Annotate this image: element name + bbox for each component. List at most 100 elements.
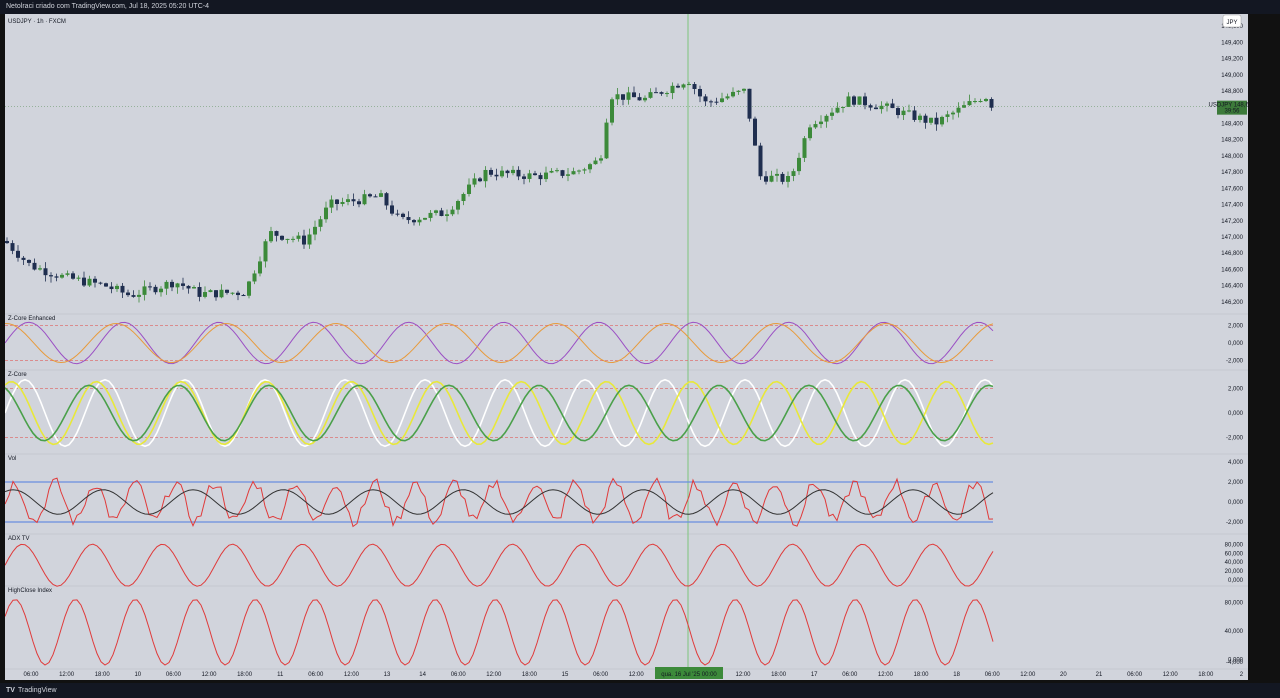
candle-body <box>109 286 114 290</box>
candle-body <box>269 231 273 242</box>
candle-body <box>863 96 867 106</box>
candle-body <box>599 158 603 161</box>
candle-body <box>406 217 411 221</box>
candle-body <box>148 286 152 288</box>
candle-body <box>181 283 185 286</box>
candle-body <box>49 275 53 277</box>
indicator-axis-tick: -2,000 <box>1226 359 1244 365</box>
chart-area[interactable]: 149,600149,400149,200149,000148,800148,6… <box>5 14 1248 680</box>
candle-body <box>626 92 631 100</box>
candle-body <box>60 274 64 278</box>
time-axis-tick: 11 <box>277 672 284 678</box>
price-axis-tick: 147,000 <box>1221 235 1243 241</box>
candle-body <box>43 268 48 276</box>
time-axis-tick: 06:00 <box>1127 672 1143 678</box>
indicator-axis-tick: 0,000 <box>1228 578 1244 584</box>
candle-body <box>115 285 119 290</box>
candle-body <box>720 98 724 103</box>
candle-body <box>989 99 994 108</box>
candle-body <box>258 261 262 274</box>
candle-body <box>346 199 350 202</box>
candle-body <box>874 107 878 110</box>
indicator-pane-title: Vol <box>8 456 16 462</box>
time-axis-tick: 17 <box>811 672 818 678</box>
candle-body <box>32 262 37 270</box>
top-bar: Netolraci criado com TradingView.com, Ju… <box>0 0 1280 14</box>
candle-body <box>500 170 504 177</box>
candle-body <box>434 210 438 213</box>
indicator-axis-tick: 4,000 <box>1228 460 1244 466</box>
candle-body <box>912 110 917 120</box>
time-axis-tick: 12:00 <box>629 672 645 678</box>
candle-body <box>120 285 125 293</box>
candle-body <box>142 286 147 295</box>
candle-body <box>841 106 845 108</box>
candle-body <box>973 101 977 103</box>
candle-body <box>967 101 972 106</box>
candle-body <box>390 205 394 214</box>
candle-body <box>582 169 587 171</box>
indicator-line <box>5 489 994 515</box>
time-axis-tick: 12:00 <box>201 672 217 678</box>
candle-body <box>186 285 191 289</box>
candle-body <box>335 199 339 205</box>
time-axis-tick: 12:00 <box>878 672 894 678</box>
indicator-axis-tick: 60,000 <box>1225 551 1244 557</box>
candle-body <box>126 292 130 296</box>
chart-canvas[interactable]: 149,600149,400149,200149,000148,800148,6… <box>5 14 1248 680</box>
candle-body <box>65 273 70 275</box>
candle-body <box>670 85 675 94</box>
candle-body <box>302 235 306 245</box>
candle-body <box>769 175 774 182</box>
candle-body <box>384 193 389 206</box>
candle-body <box>588 164 592 170</box>
time-axis-tick: 06:00 <box>842 672 858 678</box>
indicator-axis-tick: 0,000 <box>1228 341 1244 347</box>
time-axis-tick: 18:00 <box>913 672 929 678</box>
candle-body <box>522 176 526 179</box>
candle-body <box>324 207 328 220</box>
tradingview-logo-icon: TV <box>6 687 15 694</box>
candle-body <box>714 101 719 103</box>
candle-body <box>527 173 532 179</box>
price-axis-tick: 148,200 <box>1221 138 1243 144</box>
candle-body <box>698 88 702 97</box>
candle-body <box>956 107 961 113</box>
candle-body <box>533 173 537 176</box>
candle-body <box>175 283 180 288</box>
candle-body <box>637 97 642 101</box>
candle-body <box>445 214 449 216</box>
candle-body <box>203 292 207 297</box>
indicator-pane-title: Z-Core <box>8 372 27 378</box>
price-axis-tick: 146,600 <box>1221 267 1243 273</box>
candle-body <box>615 94 620 100</box>
candle-body <box>247 281 251 296</box>
candle-body <box>16 250 20 258</box>
candle-body <box>835 107 840 113</box>
price-axis-tick: 147,400 <box>1221 203 1243 209</box>
candle-body <box>379 193 383 197</box>
candle-body <box>544 172 548 180</box>
candle-body <box>824 115 829 122</box>
candle-body <box>802 138 807 158</box>
candle-body <box>263 241 268 262</box>
candle-body <box>918 115 922 120</box>
indicator-axis-tick: -2,000 <box>1226 520 1244 526</box>
time-axis-tick: 18:00 <box>522 672 538 678</box>
time-axis-tick: 06:00 <box>166 672 182 678</box>
candle-body <box>351 199 356 202</box>
candle-body <box>896 108 900 116</box>
candle-body <box>412 220 416 223</box>
candle-body <box>665 93 669 95</box>
candle-body <box>461 193 466 201</box>
candle-body <box>852 96 856 105</box>
candle-body <box>280 235 284 240</box>
crosshair-date-label: qua. 16 Jul '25 00:00 <box>661 672 717 678</box>
candle-body <box>736 90 741 92</box>
time-axis-tick: 18 <box>953 672 960 678</box>
candle-body <box>764 176 768 182</box>
candle-body <box>797 157 801 172</box>
time-axis-tick: 12:00 <box>1020 672 1036 678</box>
candle-body <box>621 94 625 100</box>
indicator-axis-tick: 2,000 <box>1228 480 1244 486</box>
